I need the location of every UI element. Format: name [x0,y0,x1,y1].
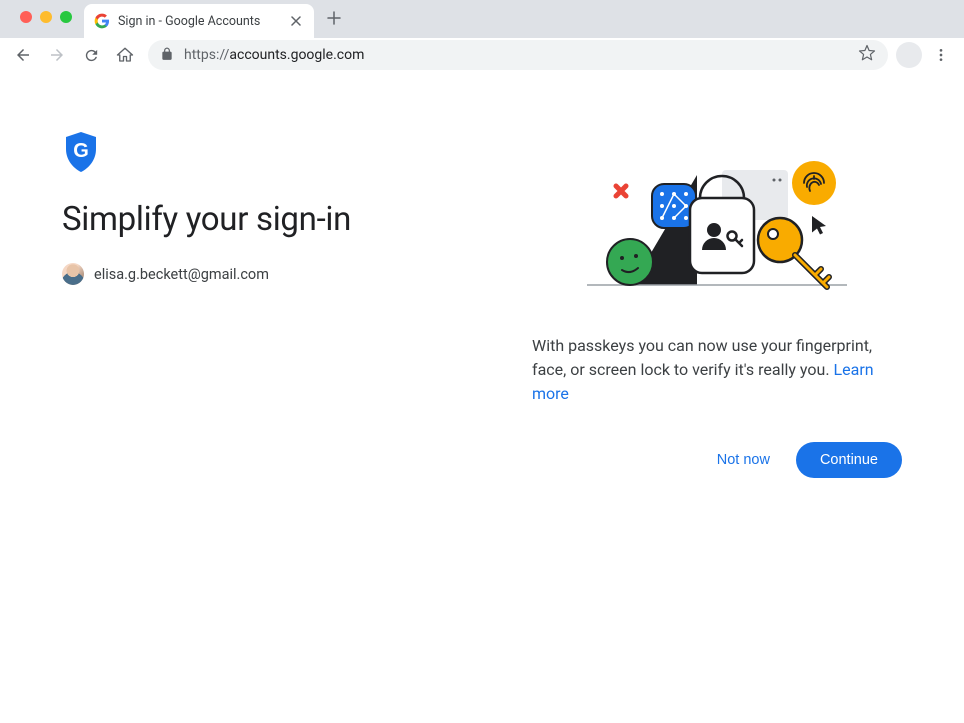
window-controls [8,11,84,23]
right-column: With passkeys you can now use your finge… [532,120,902,478]
maximize-window-button[interactable] [60,11,72,23]
home-button[interactable] [110,40,140,70]
profile-avatar-button[interactable] [896,42,922,68]
tab-title: Sign in - Google Accounts [118,14,280,29]
google-favicon [94,13,110,29]
lock-icon [160,46,174,65]
url-host: accounts.google.com [229,47,364,63]
forward-button[interactable] [42,40,72,70]
back-button[interactable] [8,40,38,70]
browser-tab[interactable]: Sign in - Google Accounts [84,4,314,38]
address-bar[interactable]: https://accounts.google.com [148,40,888,70]
user-avatar [62,263,84,285]
browser-toolbar: https://accounts.google.com [0,38,964,72]
svg-text:G: G [73,140,89,162]
google-shield-icon: G [62,130,512,178]
new-tab-button[interactable] [320,4,348,32]
account-chip[interactable]: elisa.g.beckett@gmail.com [62,263,512,285]
tab-strip: Sign in - Google Accounts [0,0,964,38]
description-body: With passkeys you can now use your finge… [532,336,872,379]
description-text: With passkeys you can now use your finge… [532,334,902,406]
url-scheme: https:// [184,47,229,63]
page-title: Simplify your sign‑in [62,200,512,239]
url-text: https://accounts.google.com [184,47,364,63]
browser-menu-button[interactable] [926,40,956,70]
continue-button[interactable]: Continue [796,442,902,478]
not-now-button[interactable]: Not now [699,442,788,478]
close-tab-button[interactable] [288,13,304,29]
minimize-window-button[interactable] [40,11,52,23]
page-content: G Simplify your sign‑in elisa.g.beckett@… [0,72,964,478]
browser-chrome: Sign in - Google Accounts https://a [0,0,964,72]
user-email: elisa.g.beckett@gmail.com [94,266,269,283]
action-button-row: Not now Continue [532,442,902,478]
left-column: G Simplify your sign‑in elisa.g.beckett@… [62,120,512,478]
reload-button[interactable] [76,40,106,70]
bookmark-icon[interactable] [858,44,876,66]
close-window-button[interactable] [20,11,32,23]
passkey-illustration [582,150,852,310]
